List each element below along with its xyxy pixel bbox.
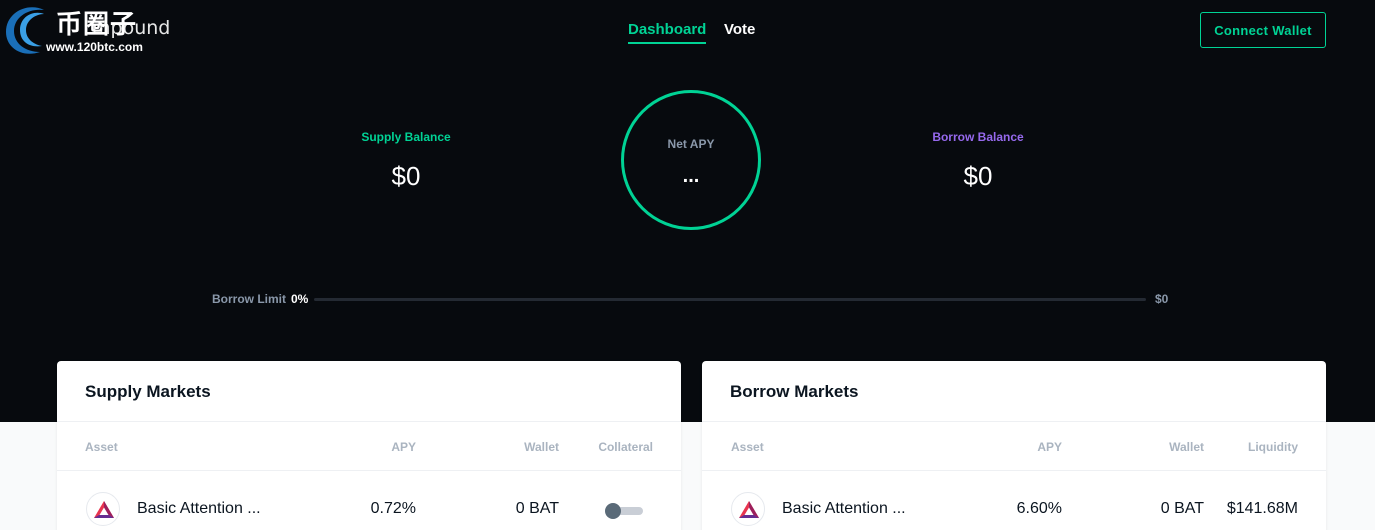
column-header-liquidity: Liquidity [1248,440,1298,454]
asset-liquidity: $141.68M [1226,500,1298,517]
table-row[interactable]: Basic Attention ... 6.60% 0 BAT $141.68M [702,471,1326,530]
column-header-wallet: Wallet [1169,440,1204,454]
net-apy-ring: Net APY ... [621,90,761,230]
column-header-asset: Asset [731,440,764,454]
bat-icon [86,492,120,526]
borrow-markets-card: Borrow Markets Asset APY Wallet Liquidit… [702,361,1326,530]
net-apy-value: ... [682,165,700,187]
tab-dashboard[interactable]: Dashboard [628,21,707,44]
asset-wallet-balance: 0 BAT [1160,500,1204,517]
column-header-wallet: Wallet [524,440,559,454]
connect-wallet-button[interactable]: Connect Wallet [1200,12,1326,48]
borrow-markets-title: Borrow Markets [730,382,859,401]
watermark-cn-text: 币圈子 [56,10,138,40]
asset-name: Basic Attention ... [782,500,906,517]
borrow-limit-percent: 0% [291,292,309,306]
collateral-toggle[interactable] [605,503,643,519]
asset-name: Basic Attention ... [137,500,261,517]
column-header-collateral: Collateral [598,440,653,454]
divider [57,421,681,422]
asset-wallet-balance: 0 BAT [515,500,559,517]
borrow-limit-amount: $0 [1155,292,1169,306]
tab-vote[interactable]: Vote [724,21,755,38]
asset-apy: 6.60% [1016,500,1062,517]
compound-logo-icon [6,7,44,54]
borrow-balance-value: $0 [963,161,993,191]
borrow-limit-bar [314,298,1146,301]
column-header-apy: APY [391,440,416,454]
supply-markets-card: Supply Markets Asset APY Wallet Collater… [57,361,681,530]
asset-apy: 0.72% [370,500,416,517]
supply-balance-label: Supply Balance [361,130,451,144]
net-apy-label: Net APY [667,137,715,151]
divider [702,421,1326,422]
supply-balance-value: $0 [391,161,421,191]
table-row[interactable]: Basic Attention ... 0.72% 0 BAT [57,471,681,530]
bat-icon [731,492,765,526]
supply-markets-title: Supply Markets [85,382,211,401]
column-header-apy: APY [1037,440,1062,454]
watermark-url: www.120btc.com [46,40,143,54]
borrow-limit-label: Borrow Limit [212,292,286,306]
borrow-balance-label: Borrow Balance [932,130,1024,144]
logo[interactable]: mpound 币圈子 www.120btc.com [0,0,190,62]
column-header-asset: Asset [85,440,118,454]
toggle-knob [605,503,621,519]
